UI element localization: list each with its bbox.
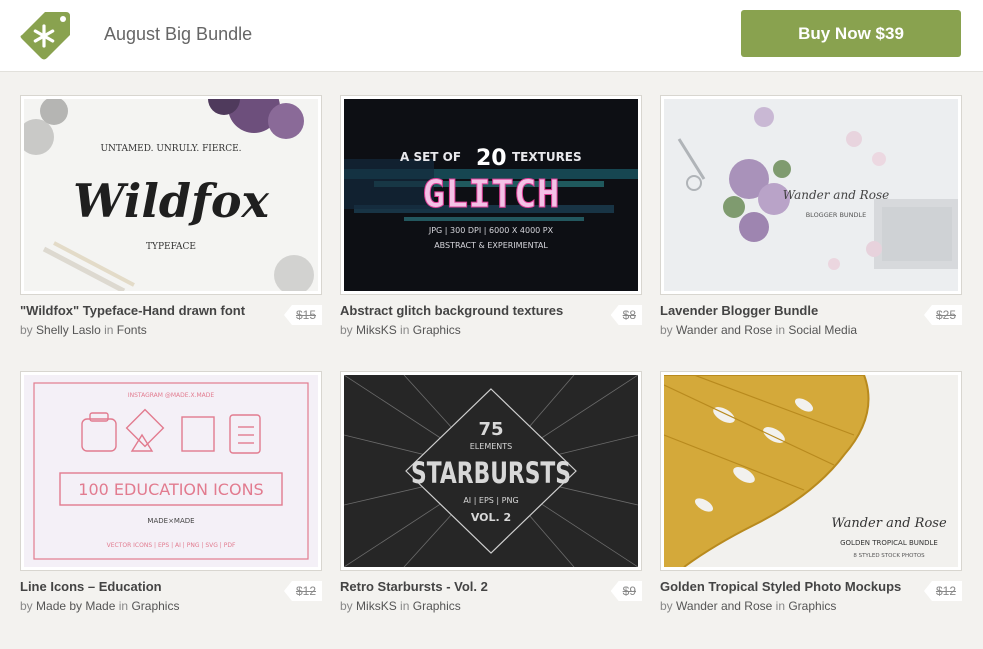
thumb-caption: ABSTRACT & EXPERIMENTAL bbox=[434, 241, 548, 250]
category-link[interactable]: Fonts bbox=[117, 323, 147, 337]
thumb-name: Wildfox bbox=[73, 174, 269, 228]
thumb-tagline-b: TEXTURES bbox=[512, 150, 582, 164]
price-tag: $8 bbox=[610, 305, 642, 325]
thumb-count: 75 bbox=[478, 419, 503, 440]
thumb-count: 20 bbox=[476, 146, 507, 171]
thumb-name: STARBURSTS bbox=[411, 456, 571, 490]
product-thumbnail[interactable]: A SET OF 20 TEXTURES GLITCH JPG | 300 DP… bbox=[340, 95, 642, 295]
price-tag: $15 bbox=[283, 305, 322, 325]
thumb-caption: VECTOR ICONS | EPS | AI | PNG | SVG | PD… bbox=[107, 542, 236, 549]
product-title[interactable]: Golden Tropical Styled Photo Mockups bbox=[660, 579, 901, 594]
buy-now-button[interactable]: Buy Now $39 bbox=[741, 10, 961, 57]
category-link[interactable]: Social Media bbox=[788, 323, 857, 337]
tag-logo-icon[interactable] bbox=[18, 8, 72, 62]
thumb-name: 100 EDUCATION ICONS bbox=[78, 480, 263, 499]
thumb-tagline: ELEMENTS bbox=[470, 442, 512, 451]
product-thumbnail[interactable]: UNTAMED. UNRULY. FIERCE. Wildfox TYPEFAC… bbox=[20, 95, 322, 295]
thumb-tagline: A SET OF bbox=[400, 150, 461, 164]
author-link[interactable]: MiksKS bbox=[356, 599, 397, 613]
thumb-subtitle: TYPEFACE bbox=[146, 242, 196, 252]
thumb-name: Wander and Rose bbox=[783, 188, 889, 202]
product-thumbnail[interactable]: 75 ELEMENTS STARBURSTS AI | EPS | PNG VO… bbox=[340, 371, 642, 571]
thumb-subtitle: GOLDEN TROPICAL BUNDLE bbox=[840, 539, 938, 547]
product-title[interactable]: Abstract glitch background textures bbox=[340, 303, 563, 318]
product-meta: by Made by Made in Graphics bbox=[20, 599, 180, 613]
thumb-subtitle: AI | EPS | PNG bbox=[463, 496, 518, 505]
product-meta: by Wander and Rose in Graphics bbox=[660, 599, 837, 613]
bundle-title: August Big Bundle bbox=[104, 24, 253, 44]
thumb-tagline: UNTAMED. UNRULY. FIERCE. bbox=[100, 144, 241, 154]
author-link[interactable]: Wander and Rose bbox=[676, 599, 772, 613]
category-link[interactable]: Graphics bbox=[788, 599, 836, 613]
product-thumbnail[interactable]: Wander and Rose BLOGGER BUNDLE bbox=[660, 95, 962, 295]
product-title[interactable]: Retro Starbursts - Vol. 2 bbox=[340, 579, 488, 594]
price-tag: $9 bbox=[610, 581, 642, 601]
author-link[interactable]: MiksKS bbox=[356, 323, 397, 337]
thumb-name: GLITCH bbox=[422, 172, 559, 216]
author-link[interactable]: Shelly Laslo bbox=[36, 323, 101, 337]
product-thumbnail[interactable]: Wander and Rose GOLDEN TROPICAL BUNDLE 8… bbox=[660, 371, 962, 571]
author-link[interactable]: Wander and Rose bbox=[676, 323, 772, 337]
product-thumbnail[interactable]: INSTAGRAM @MADE.X.MADE 100 EDUCATION ICO… bbox=[20, 371, 322, 571]
thumb-name: Wander and Rose bbox=[831, 516, 947, 531]
thumb-brand: MADE×MADE bbox=[147, 517, 194, 525]
category-link[interactable]: Graphics bbox=[413, 599, 461, 613]
top-bar: August Big Bundle Buy Now $39 bbox=[0, 0, 983, 72]
price-tag: $12 bbox=[923, 581, 962, 601]
product-meta: by MiksKS in Graphics bbox=[340, 323, 461, 337]
product-title[interactable]: Line Icons – Education bbox=[20, 579, 162, 594]
price-tag: $25 bbox=[923, 305, 962, 325]
product-meta: by MiksKS in Graphics bbox=[340, 599, 461, 613]
author-link[interactable]: Made by Made bbox=[36, 599, 115, 613]
thumb-caption: 8 STYLED STOCK PHOTOS bbox=[853, 553, 925, 559]
thumb-caption: VOL. 2 bbox=[471, 511, 511, 524]
price-tag: $12 bbox=[283, 581, 322, 601]
product-title[interactable]: Lavender Blogger Bundle bbox=[660, 303, 818, 318]
product-meta: by Wander and Rose in Social Media bbox=[660, 323, 858, 337]
thumb-subtitle: BLOGGER BUNDLE bbox=[806, 211, 867, 219]
thumb-tagline: INSTAGRAM @MADE.X.MADE bbox=[128, 392, 215, 399]
thumb-subtitle: JPG | 300 DPI | 6000 X 4000 PX bbox=[428, 226, 554, 235]
product-title[interactable]: "Wildfox" Typeface-Hand drawn font bbox=[20, 303, 245, 318]
product-meta: by Shelly Laslo in Fonts bbox=[20, 323, 147, 337]
category-link[interactable]: Graphics bbox=[131, 599, 179, 613]
category-link[interactable]: Graphics bbox=[413, 323, 461, 337]
